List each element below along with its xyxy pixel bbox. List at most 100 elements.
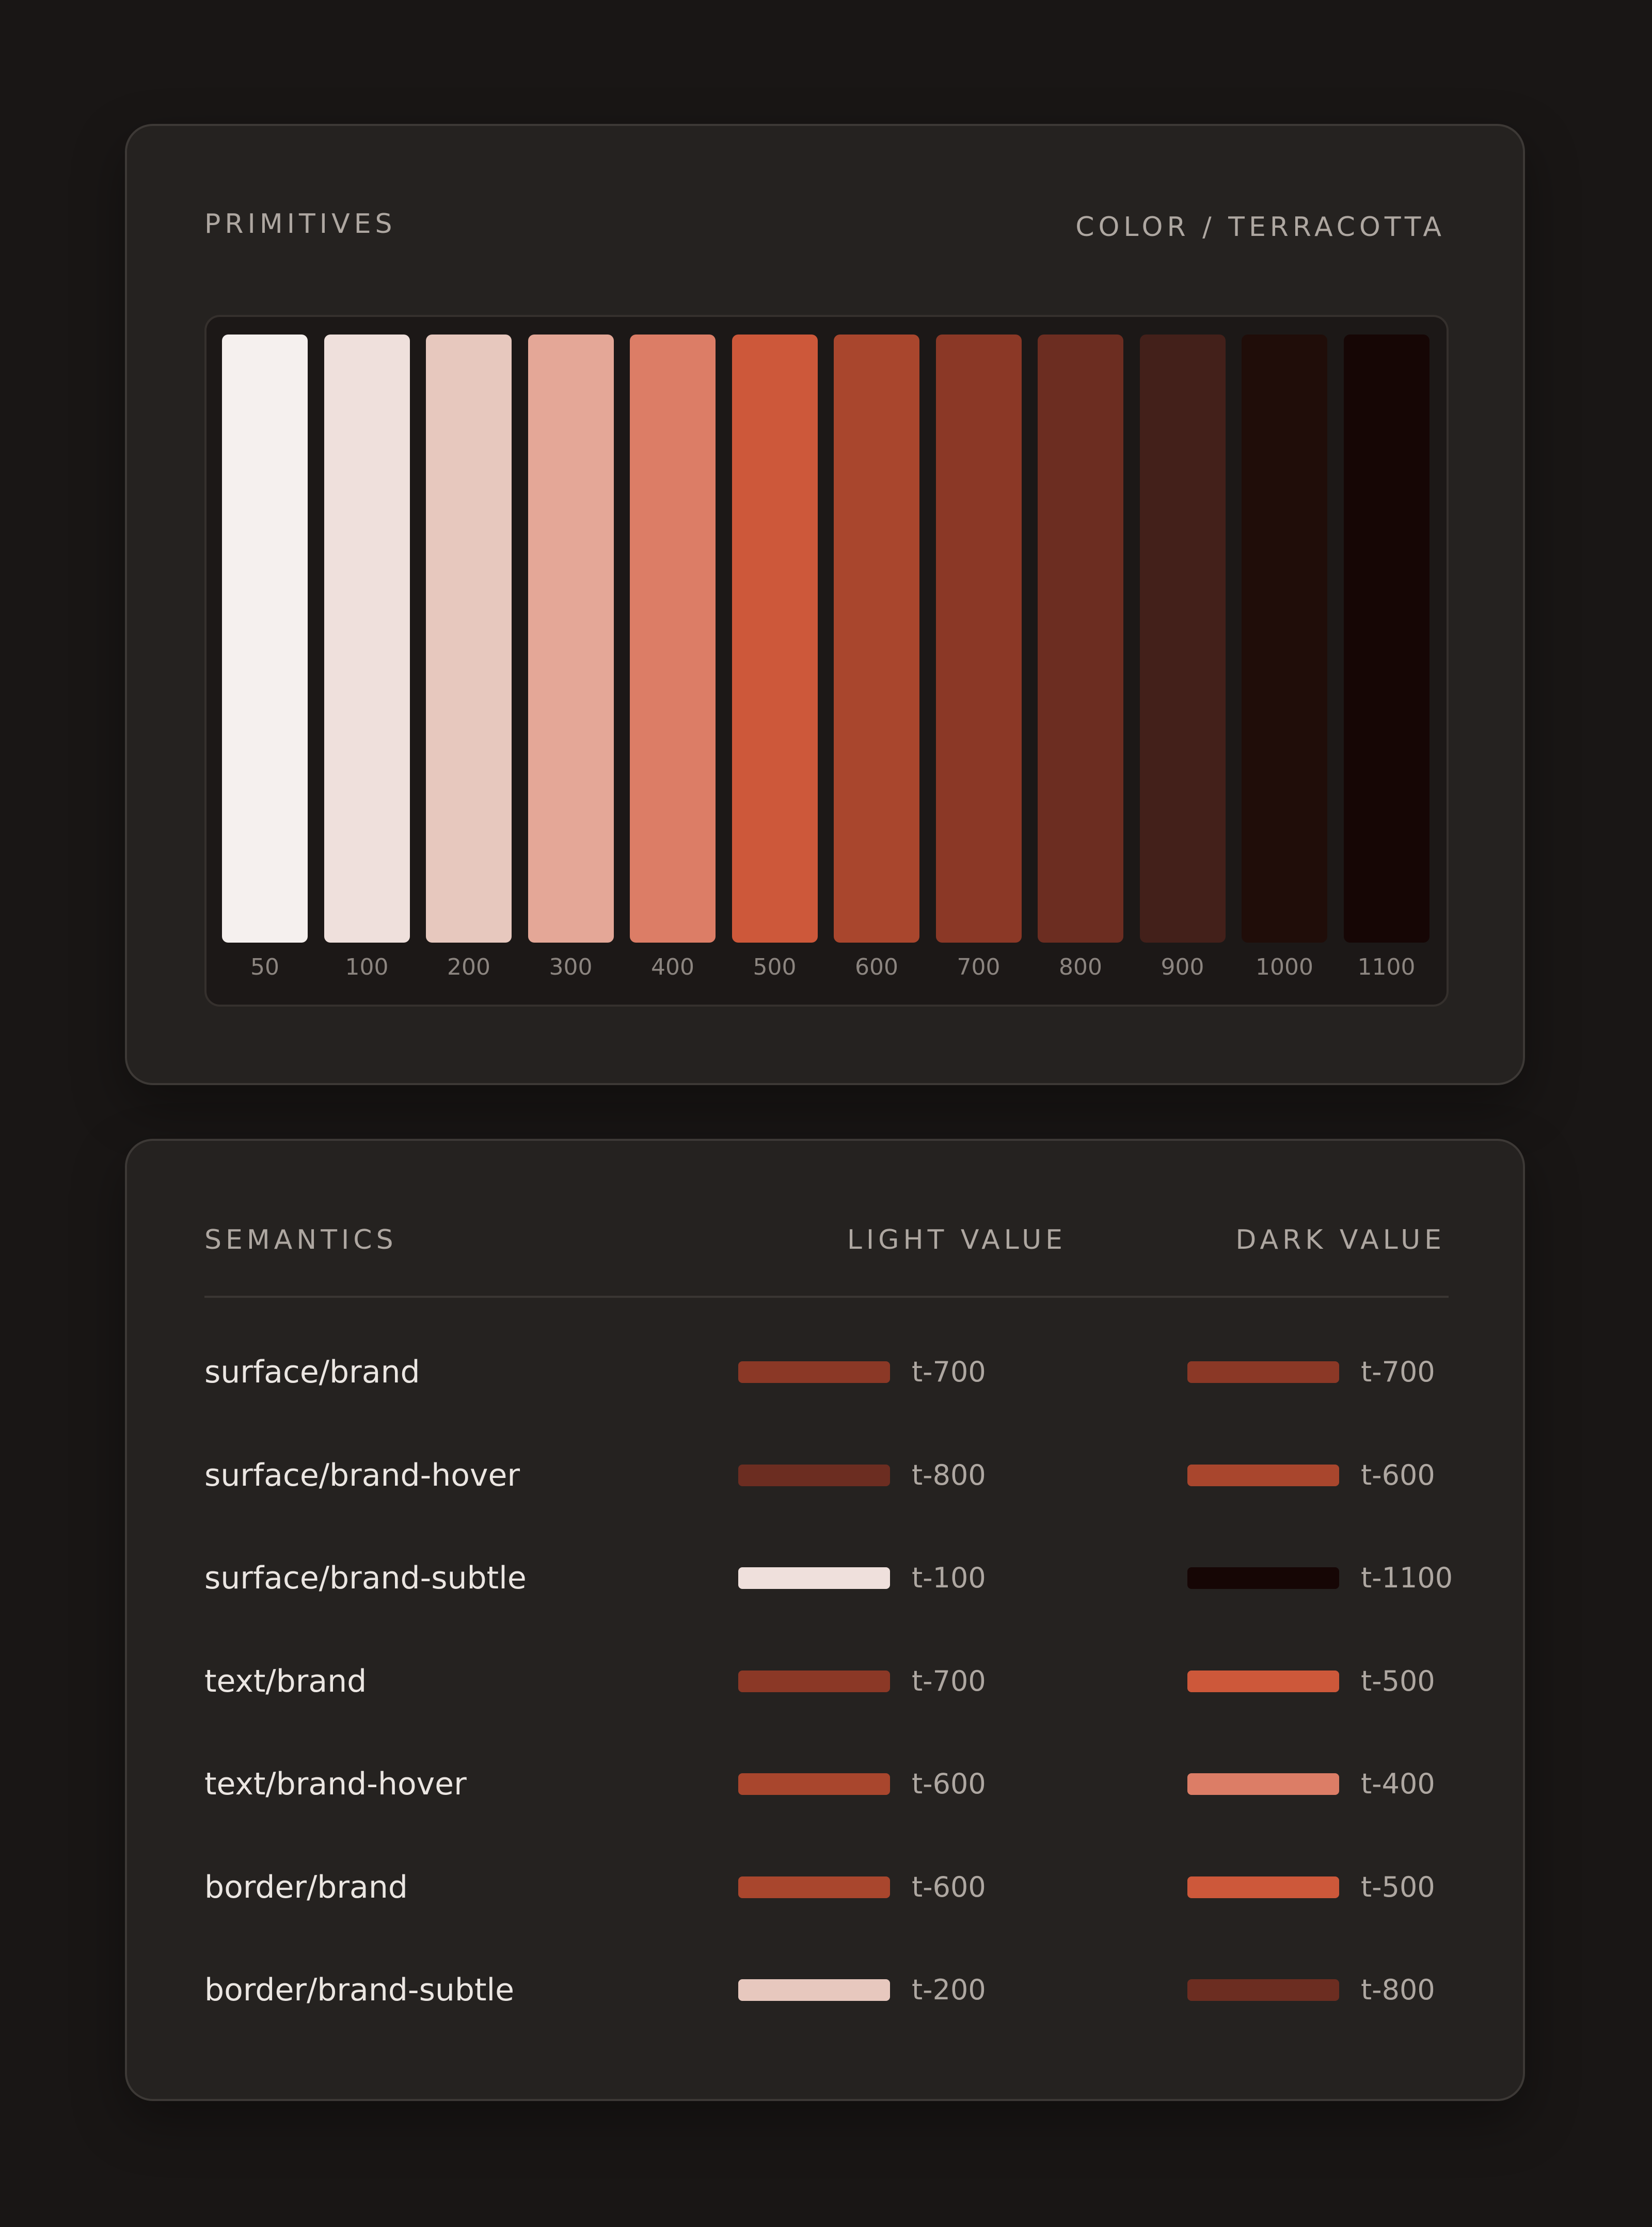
semantics-heading: SEMANTICS bbox=[204, 1224, 398, 1255]
light-color-chip bbox=[738, 1979, 890, 2001]
dark-color-chip bbox=[1187, 1670, 1339, 1692]
light-value: t-100 bbox=[738, 1564, 986, 1592]
light-color-chip bbox=[738, 1670, 890, 1692]
dark-color-chip bbox=[1187, 1979, 1339, 2001]
dark-color-chip bbox=[1187, 1464, 1339, 1486]
swatch-column: 500 bbox=[732, 335, 818, 979]
dark-value-label: t-600 bbox=[1361, 1458, 1435, 1491]
palette-swatches: 50 100 200 300 400 500 600 700 800 900 1000 1100 bbox=[204, 315, 1449, 1007]
semantic-token-row: border/brand t-600 t-500 bbox=[127, 1862, 1523, 1913]
color-swatch bbox=[528, 335, 614, 943]
light-value-label: t-200 bbox=[912, 1974, 986, 2006]
light-color-chip bbox=[738, 1876, 890, 1898]
token-name: border/brand-subtle bbox=[204, 1972, 515, 2008]
swatch-column: 300 bbox=[528, 335, 614, 979]
semantic-token-row: surface/brand t-700 t-700 bbox=[127, 1346, 1523, 1398]
swatch-column: 800 bbox=[1038, 335, 1123, 979]
swatch-column: 1000 bbox=[1242, 335, 1327, 979]
semantic-token-row: border/brand-subtle t-200 t-800 bbox=[127, 1964, 1523, 2016]
semantic-token-row: text/brand t-700 t-500 bbox=[127, 1656, 1523, 1707]
light-value-label: t-700 bbox=[912, 1356, 986, 1388]
primitives-heading: PRIMITIVES bbox=[204, 209, 396, 240]
dark-value: t-700 bbox=[1187, 1358, 1435, 1386]
color-swatch bbox=[222, 335, 308, 943]
swatch-label: 1100 bbox=[1357, 954, 1416, 980]
swatch-label: 400 bbox=[651, 954, 694, 980]
dark-color-chip bbox=[1187, 1361, 1339, 1383]
dark-value-heading: DARK VALUE bbox=[1235, 1224, 1446, 1255]
color-swatch bbox=[426, 335, 512, 943]
semantic-token-row: surface/brand-subtle t-100 t-1100 bbox=[127, 1552, 1523, 1604]
dark-color-chip bbox=[1187, 1876, 1339, 1898]
token-name: text/brand-hover bbox=[204, 1766, 467, 1802]
light-value-heading: LIGHT VALUE bbox=[847, 1224, 1067, 1255]
dark-value: t-500 bbox=[1187, 1873, 1435, 1901]
light-value: t-800 bbox=[738, 1461, 986, 1489]
light-value-label: t-600 bbox=[912, 1768, 986, 1800]
dark-value-label: t-500 bbox=[1361, 1664, 1435, 1697]
token-name: text/brand bbox=[204, 1663, 367, 1699]
light-value: t-200 bbox=[738, 1976, 986, 2004]
color-swatch bbox=[1038, 335, 1123, 943]
dark-value-label: t-700 bbox=[1361, 1356, 1435, 1388]
token-name: border/brand bbox=[204, 1869, 408, 1905]
swatch-column: 1100 bbox=[1343, 335, 1429, 980]
token-name: surface/brand bbox=[204, 1354, 420, 1390]
swatch-column: 200 bbox=[426, 335, 512, 979]
dark-value: t-400 bbox=[1187, 1770, 1435, 1798]
swatch-column: 400 bbox=[630, 335, 716, 979]
swatch-column: 100 bbox=[324, 335, 410, 979]
swatch-label: 500 bbox=[753, 954, 797, 980]
swatch-label: 1000 bbox=[1256, 954, 1313, 980]
dark-color-chip bbox=[1187, 1567, 1339, 1589]
light-color-chip bbox=[738, 1567, 890, 1589]
swatch-label: 700 bbox=[957, 954, 1000, 980]
light-value-label: t-100 bbox=[912, 1562, 986, 1594]
semantic-token-row: surface/brand-hover t-800 t-600 bbox=[127, 1450, 1523, 1501]
dark-value: t-500 bbox=[1187, 1667, 1435, 1695]
token-name: surface/brand-hover bbox=[204, 1457, 520, 1493]
palette-name: COLOR / TERRACOTTA bbox=[1075, 212, 1446, 243]
swatch-column: 900 bbox=[1139, 335, 1226, 980]
light-color-chip bbox=[738, 1773, 890, 1795]
semantics-card: SEMANTICS LIGHT VALUE DARK VALUE surface… bbox=[125, 1139, 1525, 2101]
swatch-label: 800 bbox=[1059, 954, 1102, 980]
swatch-label: 50 bbox=[250, 954, 279, 980]
dark-value-label: t-400 bbox=[1361, 1768, 1435, 1800]
light-value: t-600 bbox=[738, 1873, 986, 1901]
light-color-chip bbox=[738, 1361, 890, 1383]
swatch-label: 600 bbox=[855, 954, 898, 980]
light-value: t-700 bbox=[738, 1358, 986, 1386]
light-value: t-600 bbox=[738, 1770, 986, 1798]
color-swatch bbox=[834, 335, 919, 943]
dark-value: t-1100 bbox=[1187, 1564, 1453, 1592]
color-swatch bbox=[1139, 335, 1226, 943]
swatch-label: 200 bbox=[447, 954, 490, 980]
light-value-label: t-800 bbox=[912, 1458, 986, 1491]
swatch-label: 100 bbox=[345, 954, 389, 980]
color-swatch bbox=[935, 335, 1022, 943]
dark-value-label: t-500 bbox=[1361, 1870, 1435, 1903]
header-divider bbox=[204, 1296, 1449, 1298]
color-swatch bbox=[732, 335, 818, 943]
color-swatch bbox=[1343, 335, 1429, 943]
primitives-card: PRIMITIVES COLOR / TERRACOTTA 50 100 200 30… bbox=[125, 124, 1525, 1085]
color-swatch bbox=[630, 335, 716, 943]
swatch-column: 600 bbox=[834, 335, 919, 979]
dark-color-chip bbox=[1187, 1773, 1339, 1795]
dark-value: t-800 bbox=[1187, 1976, 1435, 2004]
swatch-column: 700 bbox=[935, 335, 1022, 980]
swatch-label: 900 bbox=[1161, 954, 1204, 980]
dark-value-label: t-1100 bbox=[1361, 1562, 1453, 1594]
dark-value-label: t-800 bbox=[1361, 1974, 1435, 2006]
light-value-label: t-700 bbox=[912, 1664, 986, 1697]
semantic-token-row: text/brand-hover t-600 t-400 bbox=[127, 1758, 1523, 1810]
color-swatch bbox=[324, 335, 410, 943]
swatch-label: 300 bbox=[549, 954, 593, 980]
color-swatch bbox=[1242, 335, 1327, 943]
swatch-column: 50 bbox=[222, 335, 308, 979]
light-value: t-700 bbox=[738, 1667, 986, 1695]
token-name: surface/brand-subtle bbox=[204, 1560, 527, 1596]
light-value-label: t-600 bbox=[912, 1870, 986, 1903]
dark-value: t-600 bbox=[1187, 1461, 1435, 1489]
